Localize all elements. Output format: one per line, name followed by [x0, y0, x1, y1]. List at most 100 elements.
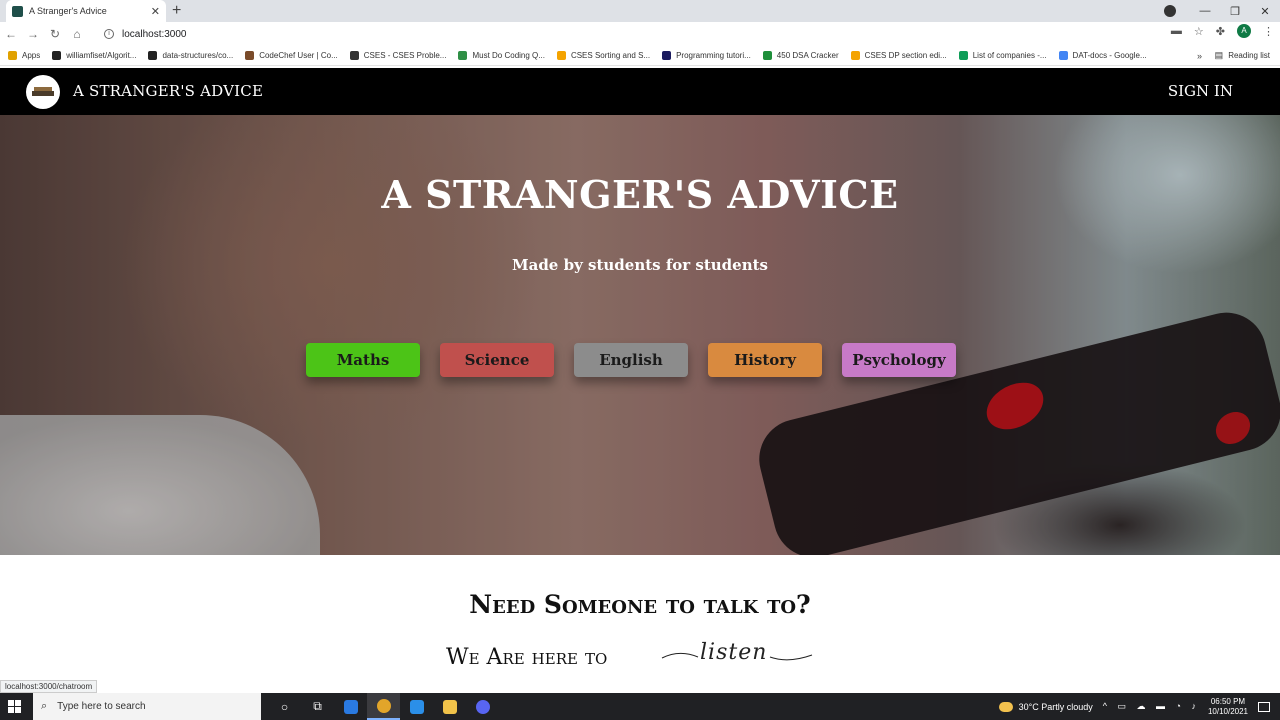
browser-toolbar: ← → ↻ ⌂ i localhost:3000 ▬ ☆ ✤ A ⋮: [0, 22, 1280, 46]
bookmark-label: CSES Sorting and S...: [570, 51, 651, 60]
menu-kebab-icon[interactable]: ⋮: [1263, 25, 1274, 38]
window-controls: — ❐ ✕: [1164, 0, 1280, 22]
bookmark-item[interactable]: List of companies -...: [958, 51, 1047, 60]
reload-icon[interactable]: ↻: [44, 27, 66, 41]
forward-icon[interactable]: →: [22, 27, 44, 41]
windows-start-icon[interactable]: [8, 700, 21, 713]
tab-title: A Stranger's Advice: [29, 6, 107, 16]
back-icon[interactable]: ←: [0, 27, 22, 41]
bookmark-label: DAT-docs - Google...: [1072, 51, 1147, 60]
maximize-button[interactable]: ❐: [1220, 5, 1250, 18]
subject-button-science[interactable]: Science: [440, 343, 554, 377]
camera-icon[interactable]: ▬: [1171, 25, 1182, 37]
bookmark-label: data-structures/co...: [162, 51, 234, 60]
search-icon: ⌕: [41, 700, 48, 712]
file-explorer-icon[interactable]: [433, 693, 466, 720]
need-someone-heading: Need Someone to talk to?: [469, 590, 811, 619]
bookmark-label: CSES DP section edi...: [864, 51, 947, 60]
reading-list-icon: ▤: [1214, 50, 1224, 60]
close-window-button[interactable]: ✕: [1250, 5, 1280, 18]
bookmark-label: List of companies -...: [972, 51, 1047, 60]
bookmark-label: Programming tutori...: [676, 51, 751, 60]
task-view-icon[interactable]: ⧉: [301, 693, 334, 720]
taskbar-search-placeholder: Type here to search: [57, 701, 146, 712]
bookmark-favicon-icon: [762, 51, 772, 60]
bookmark-favicon-icon: [958, 51, 968, 60]
cortana-icon[interactable]: ○: [268, 693, 301, 720]
site-info-icon[interactable]: i: [104, 29, 114, 39]
address-bar[interactable]: i localhost:3000: [96, 24, 1156, 44]
bookmark-item[interactable]: CSES Sorting and S...: [556, 51, 651, 60]
bookmarks-overflow-icon[interactable]: »: [1197, 51, 1202, 61]
clock-time: 06:50 PM: [1210, 696, 1246, 706]
vscode-app-icon[interactable]: [400, 693, 433, 720]
bookmarks-bar: Apps williamfiset/Algorit... data-structur…: [0, 46, 1280, 66]
tab-search-icon[interactable]: [1164, 5, 1176, 17]
reading-list-button[interactable]: ▤ Reading list: [1215, 50, 1270, 61]
profile-avatar[interactable]: A: [1237, 24, 1251, 38]
bookmark-favicon-icon: [245, 51, 255, 60]
bookmark-favicon-icon: [349, 51, 359, 60]
bookmark-favicon-icon: [556, 51, 566, 60]
reading-list-label: Reading list: [1228, 51, 1270, 60]
bookmark-item[interactable]: CSES - CSES Proble...: [349, 51, 447, 60]
toolbar-actions: ▬ ☆ ✤ A ⋮: [1171, 24, 1274, 38]
listen-script: listen: [660, 640, 814, 670]
chrome-app-icon[interactable]: [367, 693, 400, 720]
partly-cloudy-icon: [998, 701, 1013, 712]
subject-button-english[interactable]: English: [574, 343, 688, 377]
system-tray: 30°C Partly cloudy ^ ▭ ☁ ▬ ◔ ♪ 06:50 PM …: [998, 693, 1280, 720]
site-logo[interactable]: [26, 75, 60, 109]
bookmark-favicon-icon: [8, 51, 17, 60]
hero-subtitle: Made by students for students: [512, 256, 768, 274]
site-favicon-icon: [12, 5, 23, 17]
bookmark-favicon-icon: [458, 51, 468, 60]
subject-button-history[interactable]: History: [708, 343, 822, 377]
bookmark-item[interactable]: Apps: [8, 51, 40, 60]
taskbar-clock[interactable]: 06:50 PM 10/10/2021: [1208, 697, 1248, 717]
weather-text: 30°C Partly cloudy: [1018, 701, 1093, 712]
url-text: localhost:3000: [122, 28, 187, 40]
bookmark-item[interactable]: data-structures/co...: [148, 51, 233, 60]
browser-tab[interactable]: A Stranger's Advice ✕: [6, 0, 166, 22]
taskbar-search-box[interactable]: ⌕ Type here to search: [33, 693, 261, 720]
bookmark-item[interactable]: Must Do Coding Q...: [458, 51, 545, 60]
weather-widget[interactable]: 30°C Partly cloudy: [998, 701, 1093, 712]
listen-word: listen: [700, 640, 768, 665]
sign-in-link[interactable]: SIGN IN: [1168, 82, 1233, 100]
browser-tab-strip: A Stranger's Advice ✕ + — ❐ ✕: [0, 0, 1280, 22]
subject-button-psychology[interactable]: Psychology: [842, 343, 956, 377]
notification-center-icon[interactable]: [1258, 701, 1270, 712]
extensions-icon[interactable]: ✤: [1216, 25, 1225, 38]
status-url-bubble: localhost:3000/chatroom: [0, 680, 98, 693]
bookmark-favicon-icon: [148, 51, 158, 60]
bookmark-item[interactable]: Programming tutori...: [662, 51, 751, 60]
bookmark-item[interactable]: williamfiset/Algorit...: [52, 51, 136, 60]
bookmark-label: Apps: [22, 51, 41, 60]
bookmark-favicon-icon: [850, 51, 860, 60]
subject-buttons: Maths Science English History Psychology: [306, 343, 956, 377]
minimize-button[interactable]: —: [1190, 5, 1220, 17]
bookmark-favicon-icon: [662, 51, 672, 60]
taskbar-apps: ○ ⧉: [268, 693, 499, 720]
bookmark-item[interactable]: 450 DSA Cracker: [762, 51, 839, 60]
hero-title: A STRANGER'S ADVICE: [381, 172, 899, 217]
bookmark-favicon-icon: [52, 51, 62, 60]
home-icon[interactable]: ⌂: [66, 27, 88, 41]
hero-banner: A STRANGER'S ADVICE Made by students for…: [0, 115, 1280, 555]
tab-close-icon[interactable]: ✕: [151, 5, 160, 18]
bookmark-label: 450 DSA Cracker: [776, 51, 839, 60]
here-to-text: We Are here to: [446, 645, 608, 670]
todo-app-icon[interactable]: [334, 693, 367, 720]
bookmark-item[interactable]: CodeChef User | Co...: [245, 51, 338, 60]
bookmark-item[interactable]: CSES DP section edi...: [850, 51, 947, 60]
bookmark-item[interactable]: DAT-docs - Google...: [1058, 51, 1147, 60]
subject-button-maths[interactable]: Maths: [306, 343, 420, 377]
tray-system-icons[interactable]: ^ ▭ ☁ ▬ ◔ ♪: [1103, 701, 1200, 712]
bookmark-label: CSES - CSES Proble...: [363, 51, 447, 60]
bookmark-star-icon[interactable]: ☆: [1194, 25, 1204, 38]
discord-app-icon[interactable]: [466, 693, 499, 720]
clock-date: 10/10/2021: [1207, 706, 1248, 716]
brand-name[interactable]: A STRANGER'S ADVICE: [73, 82, 263, 100]
new-tab-button[interactable]: +: [172, 1, 181, 21]
